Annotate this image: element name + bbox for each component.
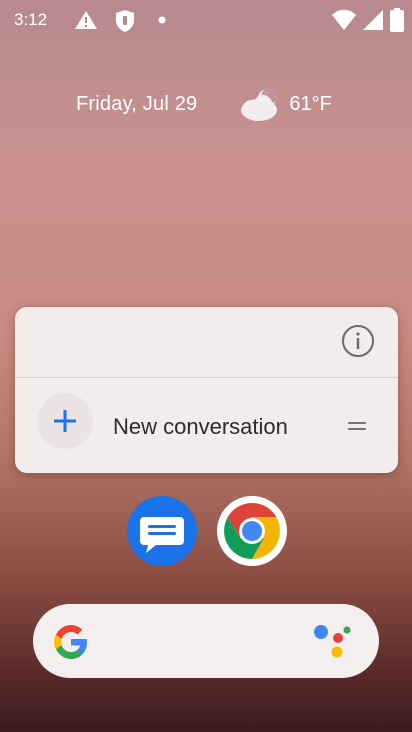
google-assistant-icon[interactable] (313, 624, 353, 660)
chrome-icon (217, 496, 287, 566)
popup-divider (15, 377, 398, 378)
app-shortcut-popup: New conversation (15, 307, 398, 473)
shield-icon (116, 10, 134, 32)
info-icon (342, 325, 374, 357)
messages-icon (127, 496, 197, 566)
battery-icon (390, 8, 404, 32)
app-info-button[interactable] (340, 323, 376, 359)
google-g-icon (54, 625, 87, 659)
glance-temperature[interactable]: 61°F (289, 93, 331, 116)
dot-icon (158, 16, 166, 24)
wifi-icon (332, 9, 356, 30)
popup-header (15, 307, 398, 377)
status-time: 3:12 (14, 10, 48, 29)
status-bar: 3:12 (0, 0, 412, 40)
messages-app-icon[interactable] (126, 495, 198, 567)
glance-date[interactable]: Friday, Jul 29 (76, 93, 197, 116)
cloudy-night-icon (237, 86, 283, 122)
google-search-bar[interactable] (33, 604, 379, 678)
new-conversation-shortcut[interactable]: New conversation (15, 379, 398, 473)
alert-icon (75, 11, 97, 29)
drag-handle-icon[interactable] (348, 422, 366, 432)
plus-icon (37, 393, 93, 449)
signal-icon (363, 10, 383, 30)
at-a-glance-widget[interactable]: Friday, Jul 29 61°F (76, 86, 332, 122)
shortcut-label: New conversation (113, 414, 288, 439)
chrome-app-icon[interactable] (216, 495, 288, 567)
